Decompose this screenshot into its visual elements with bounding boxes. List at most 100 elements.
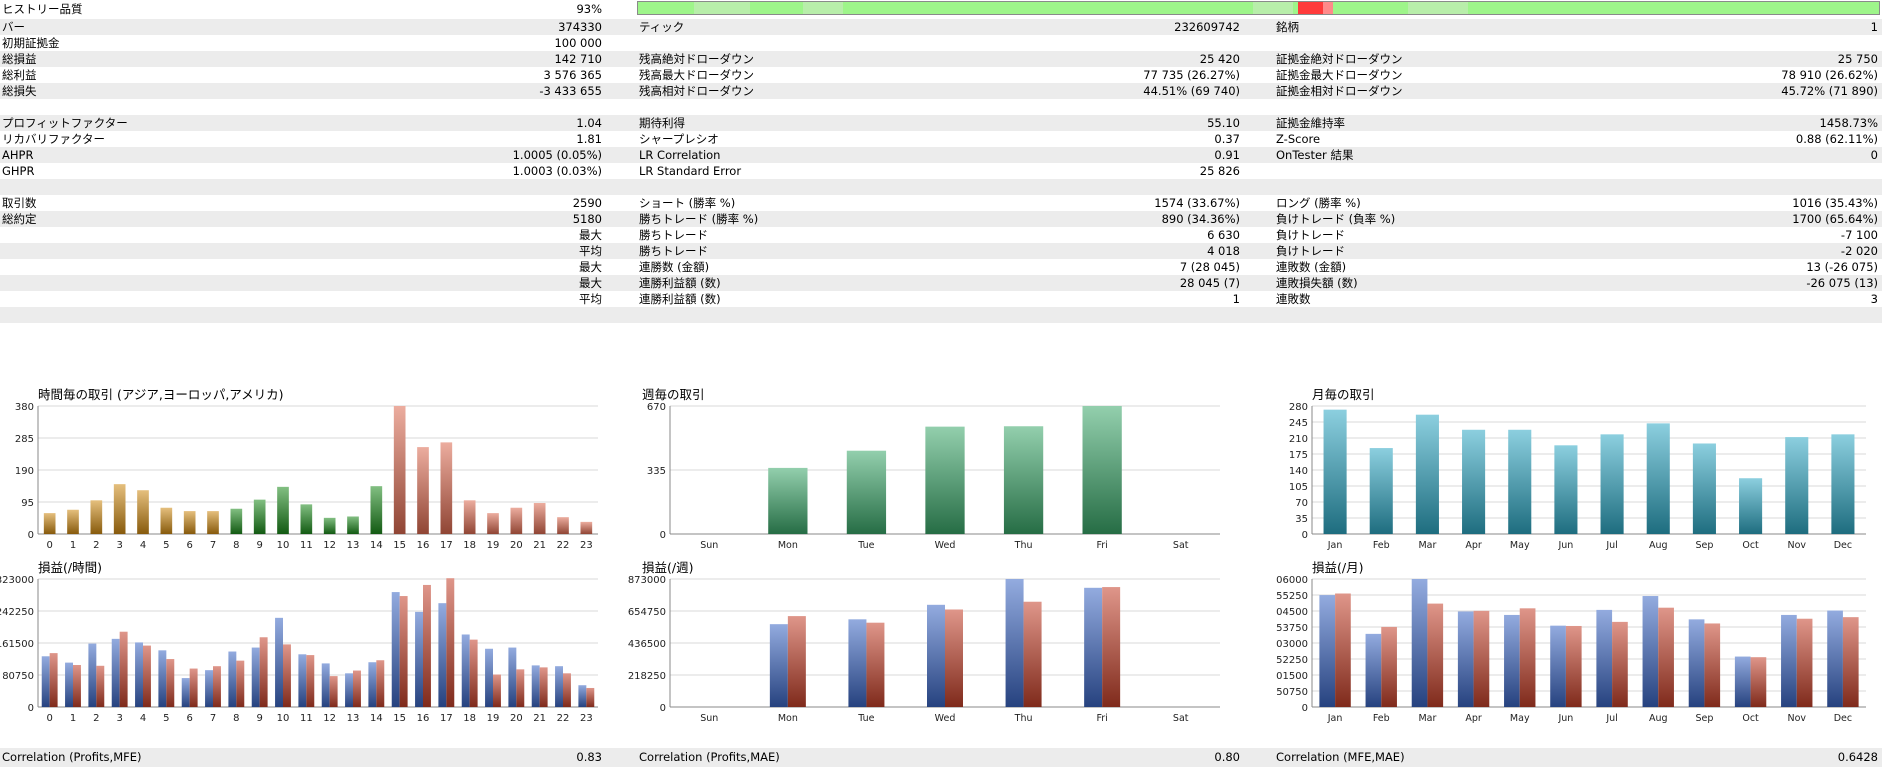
stat-value: 45.72% (71 890) bbox=[1781, 84, 1878, 98]
stat-value bbox=[1600, 307, 1878, 323]
bar bbox=[487, 513, 499, 534]
bar bbox=[1646, 423, 1670, 534]
y-tick-label: 355250 bbox=[1276, 591, 1308, 602]
stat-value: 0.80 bbox=[1214, 750, 1240, 764]
stat-value: -2 020 bbox=[1840, 244, 1878, 258]
x-tick-label: Jan bbox=[1327, 713, 1343, 724]
x-tick-label: Thu bbox=[1014, 540, 1033, 551]
x-tick-label: 21 bbox=[533, 713, 546, 724]
y-tick-label: 436500 bbox=[628, 639, 666, 650]
bar bbox=[73, 664, 81, 707]
bar bbox=[1319, 595, 1336, 707]
bar bbox=[586, 687, 595, 707]
bar bbox=[399, 596, 408, 707]
stat-value: 平均 bbox=[579, 292, 602, 306]
stat-label bbox=[2, 99, 402, 115]
x-tick-label: 16 bbox=[417, 540, 430, 551]
x-tick-label: 10 bbox=[277, 540, 290, 551]
stat-value: 77 735 (26.27%) bbox=[1143, 68, 1240, 82]
stat-value: 0.6428 bbox=[1837, 750, 1878, 764]
bar bbox=[183, 511, 196, 534]
bar bbox=[1612, 621, 1628, 707]
chart-title: 時間毎の取引 (アジア,ヨーロッパ,アメリカ) bbox=[38, 387, 284, 402]
bar bbox=[251, 647, 260, 707]
y-tick-label: 670 bbox=[647, 402, 666, 413]
bar bbox=[370, 486, 383, 534]
y-tick-label: 285 bbox=[15, 434, 34, 445]
bar bbox=[866, 622, 885, 707]
y-tick-label: 95 bbox=[21, 498, 34, 509]
stat-value: 142 710 bbox=[554, 52, 602, 66]
bar bbox=[580, 521, 593, 534]
bar bbox=[275, 617, 283, 707]
bar bbox=[277, 486, 289, 534]
quality-gap-segment bbox=[1253, 2, 1293, 14]
y-tick-label: 140 bbox=[1289, 466, 1308, 477]
stat-value bbox=[1600, 163, 1878, 179]
x-tick-label: Dec bbox=[1834, 713, 1852, 724]
stat-value: 100 000 bbox=[554, 36, 602, 50]
chart-svg: 0807501615002422503230000123456789101112… bbox=[0, 575, 598, 724]
bar bbox=[158, 650, 167, 707]
x-tick-label: Jun bbox=[1557, 713, 1573, 724]
bar bbox=[353, 670, 361, 707]
x-tick-label: Wed bbox=[935, 713, 956, 724]
x-tick-label: 22 bbox=[557, 713, 570, 724]
bar bbox=[463, 500, 476, 534]
stats-row: 総損失 -3 433 655 残高相対ドローダウン 44.51% (69 740) 証拠… bbox=[0, 83, 1882, 99]
stat-value: 6 630 bbox=[1207, 228, 1240, 242]
stats-row: AHPR 1.0005 (0.05%) LR Correlation 0.91 OnTe… bbox=[0, 147, 1882, 163]
y-tick-label: 0 bbox=[28, 530, 34, 541]
bar bbox=[1554, 445, 1578, 534]
stat-value: 1574 (33.67%) bbox=[1154, 196, 1240, 210]
bar bbox=[1642, 596, 1659, 707]
bar bbox=[41, 656, 50, 707]
bar bbox=[578, 685, 587, 707]
stat-value bbox=[1000, 35, 1240, 51]
y-tick-label: 323000 bbox=[0, 575, 34, 586]
stat-label bbox=[2, 275, 402, 291]
bar bbox=[1519, 608, 1536, 707]
bar bbox=[67, 509, 79, 534]
x-tick-label: 15 bbox=[393, 540, 406, 551]
x-tick-label: Sep bbox=[1695, 713, 1713, 724]
history-quality-bar bbox=[637, 1, 1880, 15]
bar bbox=[228, 651, 237, 707]
quality-bad-segment bbox=[1323, 2, 1333, 14]
bar bbox=[1462, 429, 1486, 534]
y-tick-label: 190 bbox=[15, 466, 34, 477]
x-tick-label: Feb bbox=[1373, 540, 1390, 551]
x-tick-label: 0 bbox=[46, 540, 52, 551]
bar bbox=[1565, 625, 1582, 707]
quality-gap-segment bbox=[803, 2, 843, 14]
y-tick-label: 335 bbox=[647, 466, 666, 477]
y-tick-label: 161500 bbox=[0, 639, 34, 650]
x-tick-label: 17 bbox=[440, 713, 453, 724]
x-tick-label: 20 bbox=[510, 540, 523, 551]
bar bbox=[137, 490, 149, 534]
stat-value: 0.88 (62.11%) bbox=[1795, 132, 1878, 146]
x-tick-label: 23 bbox=[580, 540, 593, 551]
x-tick-label: 23 bbox=[580, 713, 593, 724]
bar bbox=[376, 660, 385, 707]
stat-label: AHPR bbox=[2, 148, 34, 162]
bar bbox=[43, 513, 56, 534]
x-tick-label: 13 bbox=[347, 540, 360, 551]
y-tick-label: 210 bbox=[1289, 434, 1308, 445]
stat-value bbox=[400, 307, 602, 323]
bar bbox=[446, 578, 455, 707]
quality-gap-segment bbox=[1408, 2, 1468, 14]
stats-row: 初期証拠金 100 000 bbox=[0, 35, 1882, 51]
bar bbox=[189, 668, 198, 707]
bar bbox=[113, 484, 126, 534]
bar bbox=[1381, 626, 1397, 707]
bar bbox=[1415, 414, 1439, 534]
hourly-trades-chart: 0 95 190 285 380 0 1 2 3 4 5 6 7 8 9 10 11 12 13 14 15 16 17 18… bbox=[0, 384, 620, 556]
bar bbox=[557, 517, 569, 534]
y-tick-label: 35 bbox=[1295, 514, 1308, 525]
x-tick-label: 20 bbox=[510, 713, 523, 724]
x-tick-label: 7 bbox=[210, 540, 216, 551]
bar bbox=[143, 645, 151, 707]
x-tick-label: Feb bbox=[1373, 713, 1390, 724]
stat-label bbox=[2, 179, 402, 195]
